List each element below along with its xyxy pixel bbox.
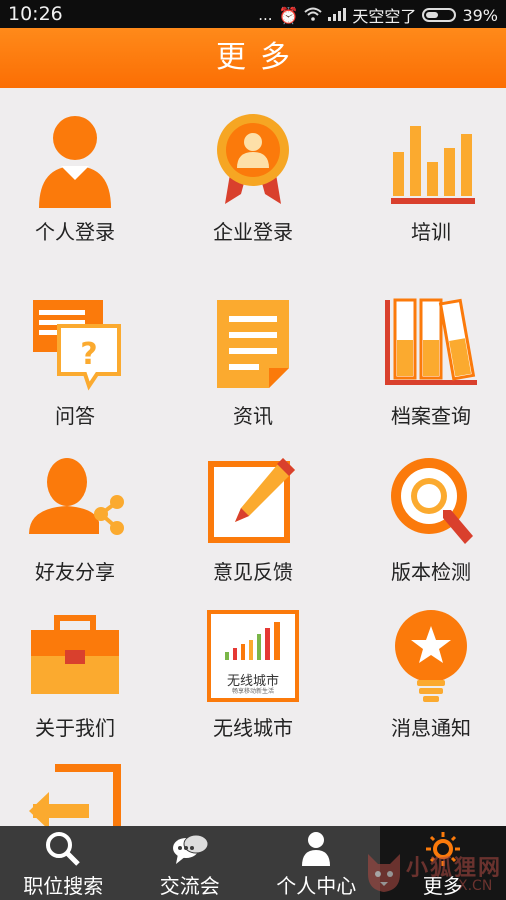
grid-item-archive-query[interactable]: 档案查询 [356, 296, 506, 429]
svg-text:?: ? [80, 337, 97, 372]
grid-label: 好友分享 [35, 560, 115, 584]
tab-exchange-meeting[interactable]: 交流会 [127, 826, 254, 900]
grid-item-feedback[interactable]: 意见反馈 [178, 452, 328, 585]
grid-item-qa[interactable]: ? 问答 [0, 296, 150, 429]
award-badge-icon [217, 114, 289, 204]
alarm-icon: ⏰ [278, 5, 299, 25]
person-icon [39, 116, 111, 208]
status-bar: 10:26 ... ⏰ 天空空了 39% [0, 0, 506, 28]
document-icon [217, 300, 289, 388]
carrier-name: 天空空了 [352, 7, 417, 26]
grid-item-share-friends[interactable]: 好友分享 [0, 452, 150, 585]
chat-bubbles-icon [172, 834, 209, 864]
edit-pencil-icon [208, 458, 295, 543]
tab-label: 职位搜索 [23, 874, 104, 898]
grid-label: 问答 [55, 404, 95, 428]
battery-level: 39% [462, 5, 498, 25]
grid-label: 关于我们 [35, 716, 115, 740]
grid-item-training[interactable]: 培训 [356, 112, 506, 245]
tab-label: 交流会 [159, 874, 220, 898]
grid-label: 个人登录 [35, 220, 115, 244]
watermark-sub: X.CN [458, 878, 493, 894]
grid-label: 资讯 [233, 404, 273, 428]
grid-item-news[interactable]: 资讯 [178, 296, 328, 429]
grid-label: 企业登录 [213, 220, 293, 244]
magnifier-icon [391, 458, 473, 544]
search-icon [46, 832, 81, 866]
grid-item-version-check[interactable]: 版本检测 [356, 452, 506, 585]
title-bar: 更多 [0, 28, 506, 88]
status-right: ... ⏰ 天空空了 39% [258, 3, 498, 27]
grid-label: 无线城市 [213, 716, 293, 740]
signal-icon [328, 6, 347, 25]
grid-label: 版本检测 [391, 560, 471, 584]
wifi-icon [304, 6, 323, 25]
grid-item-personal-login[interactable]: 个人登录 [0, 112, 150, 245]
bulb-star-icon [395, 610, 467, 702]
archive-books-icon [385, 298, 477, 385]
page-title: 更多 [216, 40, 304, 75]
grid-item-enterprise-login[interactable]: 企业登录 [178, 112, 328, 245]
notification-dots: ... [258, 6, 273, 24]
share-user-icon [29, 458, 124, 535]
tab-job-search[interactable]: 职位搜索 [0, 826, 127, 900]
wireless-city-logo-subtext: 畅享移动新生活 [231, 688, 274, 695]
fox-logo-icon [368, 854, 400, 892]
tab-label: 个人中心 [276, 874, 357, 898]
grid-label: 档案查询 [391, 404, 471, 428]
grid-label: 意见反馈 [213, 560, 293, 584]
battery-icon [422, 8, 457, 22]
grid-label: 消息通知 [391, 716, 471, 740]
user-icon [302, 832, 331, 866]
grid-item-about-us[interactable]: 关于我们 [0, 608, 150, 741]
grid-label: 培训 [411, 220, 451, 244]
bar-chart-icon [391, 126, 475, 204]
status-time: 10:26 [8, 3, 63, 25]
watermark: 小狐狸网 X.CN [362, 846, 506, 898]
grid-item-notifications[interactable]: 消息通知 [356, 608, 506, 741]
question-chat-icon: ? [33, 300, 121, 391]
briefcase-icon [31, 615, 119, 694]
tab-personal-center[interactable]: 个人中心 [253, 826, 380, 900]
